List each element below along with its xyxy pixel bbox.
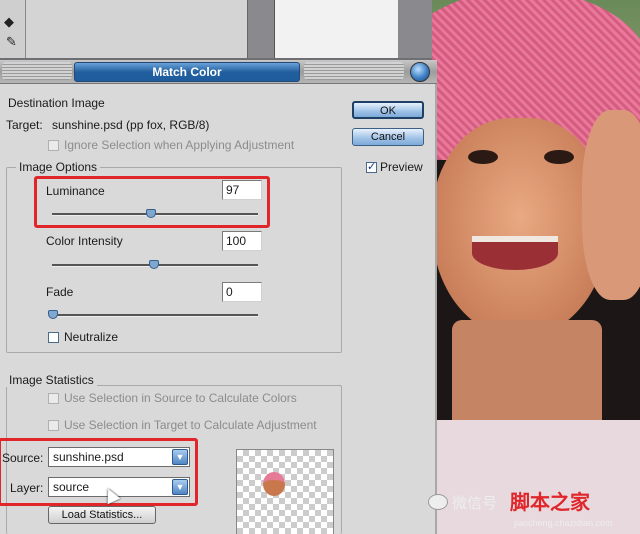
pen-icon[interactable]: ✎ bbox=[6, 34, 17, 50]
title-grip-left bbox=[2, 62, 72, 80]
neutralize-checkbox[interactable] bbox=[48, 332, 59, 343]
wechat-icon bbox=[428, 494, 448, 510]
site-watermark-text: 脚本之家 bbox=[510, 492, 590, 514]
ignore-selection-label: Ignore Selection when Applying Adjustmen… bbox=[64, 138, 295, 152]
source-preview-thumbnail bbox=[236, 449, 334, 534]
color-intensity-label: Color Intensity bbox=[46, 234, 123, 248]
preview-checkbox[interactable] bbox=[366, 160, 377, 173]
fade-label: Fade bbox=[46, 285, 74, 299]
title-grip-right bbox=[304, 62, 404, 80]
path-select-icon[interactable]: ◆ bbox=[4, 14, 14, 30]
load-statistics-button[interactable]: Load Statistics... bbox=[48, 506, 156, 524]
use-selection-target-label: Use Selection in Target to Calculate Adj… bbox=[64, 418, 317, 432]
use-selection-source-checkbox[interactable] bbox=[48, 393, 59, 404]
close-icon[interactable] bbox=[410, 62, 430, 82]
image-options-title: Image Options bbox=[16, 160, 101, 174]
ok-button[interactable]: OK bbox=[352, 101, 424, 119]
image-statistics-title: Image Statistics bbox=[6, 373, 97, 387]
title-bar[interactable]: Match Color bbox=[0, 60, 437, 84]
dialog-title: Match Color bbox=[74, 62, 300, 82]
luminance-highlight bbox=[34, 176, 270, 228]
color-intensity-input[interactable]: 100 bbox=[222, 231, 262, 251]
fade-slider-track[interactable] bbox=[52, 314, 258, 317]
use-selection-target-checkbox[interactable] bbox=[48, 420, 59, 431]
background-photo bbox=[432, 0, 640, 534]
target-label: Target: bbox=[6, 118, 43, 132]
site-url-text: jiaocheng.chazidian.com bbox=[514, 518, 613, 528]
match-color-dialog: Match Color Destination Image Target: su… bbox=[0, 60, 437, 534]
canvas-strip bbox=[26, 0, 432, 58]
preview-label: Preview bbox=[380, 160, 423, 174]
neutralize-label: Neutralize bbox=[64, 330, 119, 344]
target-value: sunshine.psd (pp fox, RGB/8) bbox=[52, 118, 210, 132]
cancel-button[interactable]: Cancel bbox=[352, 128, 424, 146]
source-layer-highlight bbox=[0, 438, 198, 506]
ignore-selection-checkbox[interactable] bbox=[48, 140, 59, 151]
toolbox: ◆ ✎ bbox=[0, 0, 26, 58]
fade-input[interactable]: 0 bbox=[222, 282, 262, 302]
use-selection-source-label: Use Selection in Source to Calculate Col… bbox=[64, 391, 297, 405]
wechat-watermark-text: 微信号 bbox=[452, 495, 498, 512]
destination-group-title: Destination Image bbox=[8, 96, 105, 110]
